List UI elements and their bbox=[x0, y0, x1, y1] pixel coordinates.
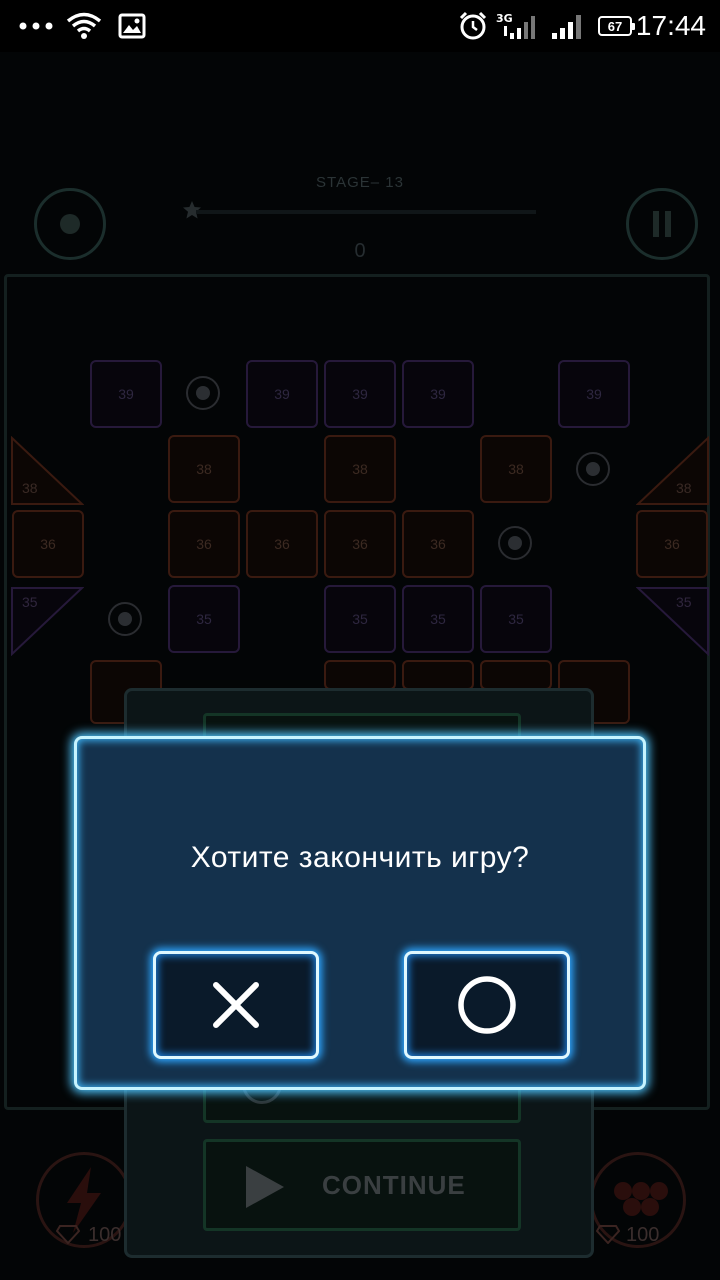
stage-progress-bar bbox=[196, 210, 536, 214]
continue-label: CONTINUE bbox=[322, 1170, 466, 1200]
brick: 38 bbox=[480, 435, 552, 503]
signal-icon bbox=[550, 0, 586, 52]
brick: 36 bbox=[12, 510, 84, 578]
triangle-brick-label: 38 bbox=[22, 480, 38, 496]
gem-cost-right: 100 bbox=[626, 1224, 660, 1246]
extra-ball-pickup bbox=[498, 526, 532, 560]
brick: 36 bbox=[324, 510, 396, 578]
brick: 39 bbox=[558, 360, 630, 428]
alarm-icon bbox=[458, 0, 488, 52]
pause-button[interactable] bbox=[626, 188, 698, 260]
circle-o-icon bbox=[458, 976, 516, 1034]
brick: 35 bbox=[402, 585, 474, 653]
triangle-brick-label: 35 bbox=[676, 594, 692, 610]
brick: 35 bbox=[324, 585, 396, 653]
ball-launcher-button[interactable] bbox=[34, 188, 106, 260]
brick: 38 bbox=[168, 435, 240, 503]
brick: 39 bbox=[402, 360, 474, 428]
cancel-button[interactable] bbox=[153, 951, 319, 1059]
triangle-brick bbox=[636, 587, 709, 656]
dialog-message: Хотите закончить игру? bbox=[190, 841, 530, 874]
brick: 35 bbox=[168, 585, 240, 653]
game-screen: STAGE– 13 0 39 39 39 39 39 38 38 38 38 3… bbox=[0, 52, 720, 1280]
battery-icon: 67 bbox=[598, 0, 635, 52]
svg-text:3G: 3G bbox=[496, 12, 513, 25]
play-icon bbox=[246, 1166, 284, 1208]
brick-partial bbox=[402, 660, 474, 690]
brick: 35 bbox=[480, 585, 552, 653]
extra-ball-pickup bbox=[576, 452, 610, 486]
wifi-icon bbox=[66, 0, 102, 52]
gem-icon bbox=[595, 1224, 621, 1249]
brick: 38 bbox=[324, 435, 396, 503]
brick: 36 bbox=[168, 510, 240, 578]
brick: 39 bbox=[90, 360, 162, 428]
brick: 39 bbox=[246, 360, 318, 428]
confirm-button[interactable] bbox=[404, 951, 570, 1059]
exit-confirmation-dialog: Хотите закончить игру? bbox=[74, 736, 646, 1090]
battery-level: 67 bbox=[598, 16, 635, 36]
brick: 36 bbox=[402, 510, 474, 578]
continue-button[interactable]: CONTINUE bbox=[203, 1139, 521, 1231]
pause-icon bbox=[653, 211, 671, 237]
close-x-icon bbox=[213, 982, 259, 1028]
brick: 36 bbox=[636, 510, 708, 578]
brick-partial bbox=[480, 660, 552, 690]
brick: 39 bbox=[324, 360, 396, 428]
triangle-brick bbox=[636, 436, 709, 505]
triangle-brick-label: 38 bbox=[676, 480, 692, 496]
image-notification-icon bbox=[118, 0, 146, 52]
status-bar: 3G 67 17:44 bbox=[0, 0, 720, 52]
more-dots-icon bbox=[18, 0, 54, 52]
clock: 17:44 bbox=[635, 10, 706, 41]
extra-ball-pickup bbox=[108, 602, 142, 636]
stage-label: STAGE– 13 bbox=[316, 174, 404, 191]
signal-3g-icon: 3G bbox=[496, 0, 540, 52]
triangle-brick-label: 35 bbox=[22, 594, 38, 610]
gem-icon bbox=[55, 1224, 81, 1249]
brick: 36 bbox=[246, 510, 318, 578]
brick-partial bbox=[324, 660, 396, 690]
score: 0 bbox=[354, 240, 366, 262]
gem-cost-left: 100 bbox=[88, 1224, 122, 1246]
extra-ball-pickup bbox=[186, 376, 220, 410]
